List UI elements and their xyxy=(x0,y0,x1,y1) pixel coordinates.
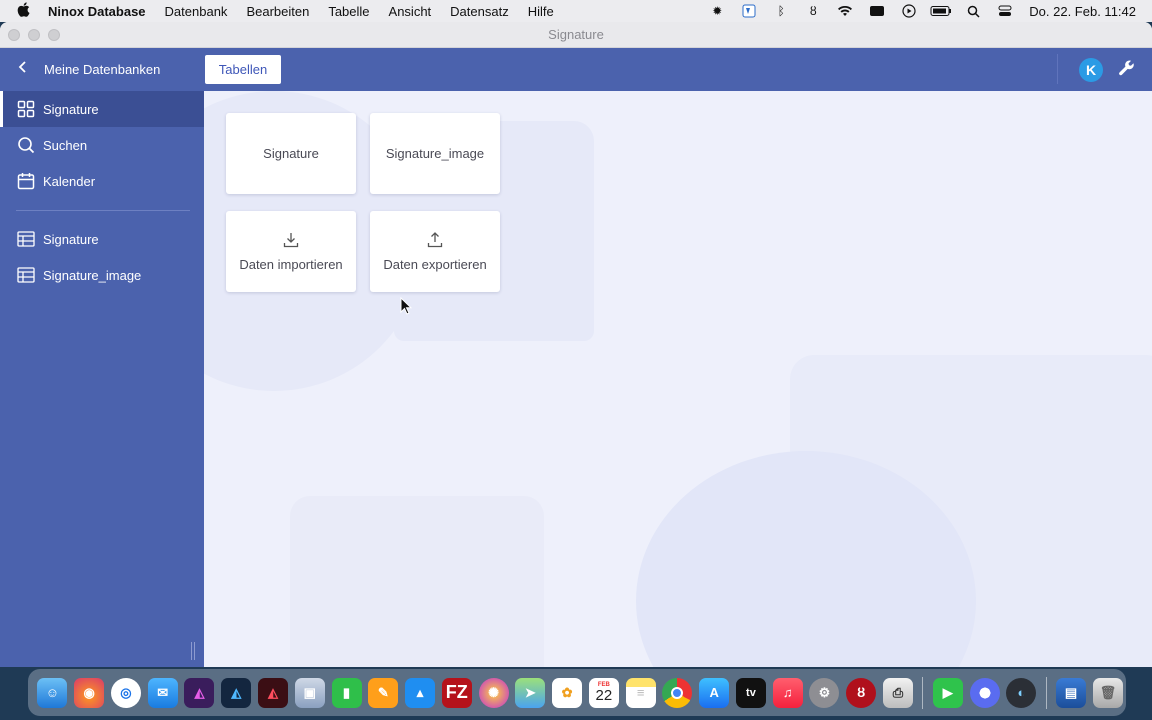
apple-menu-icon[interactable] xyxy=(0,2,46,20)
safari-icon[interactable]: ◎ xyxy=(110,677,141,708)
status-area: ✹ ᛒ ȣ Do. 22. Feb. 11:42 xyxy=(701,0,1152,22)
spotlight-search-icon[interactable] xyxy=(957,0,989,22)
menu-ansicht[interactable]: Ansicht xyxy=(379,4,441,19)
sun-status-icon[interactable]: ✹ xyxy=(701,0,733,22)
keyboard-status-icon[interactable] xyxy=(861,0,893,22)
printer-icon[interactable]: ⎙ xyxy=(883,677,913,708)
pages-icon[interactable]: ✎ xyxy=(368,677,399,708)
wrench-icon[interactable] xyxy=(1116,58,1138,80)
keynote-icon[interactable]: ▴ xyxy=(405,677,436,708)
dock: ☺ ◉ ◎ ✉ ◭ ◭ ◭ ▣ ▮ ✎ ▴ FZ ✺ ➤ ✿ FEB 22 ≡ … xyxy=(28,669,1126,716)
menu-datenbank[interactable]: Datenbank xyxy=(155,4,237,19)
sidebar: Signature Suchen Kalender Signature Sign… xyxy=(0,91,204,667)
finder-icon[interactable]: ☺ xyxy=(37,677,68,708)
preview-icon[interactable]: ▣ xyxy=(294,677,325,708)
notes-icon[interactable]: ≡ xyxy=(625,677,656,708)
apple-tv-icon[interactable]: tv xyxy=(735,677,766,708)
chevron-left-icon xyxy=(18,60,38,79)
downloads-folder-icon[interactable]: ▤ xyxy=(1056,677,1087,708)
table-icon xyxy=(16,229,36,249)
grid-icon xyxy=(16,99,36,119)
screen-tool-icon[interactable]: ◐ xyxy=(1006,677,1037,708)
trash-icon[interactable]: 🗑 xyxy=(1092,677,1123,708)
avatar[interactable]: K xyxy=(1079,58,1103,82)
sidebar-item-table-signature-image[interactable]: Signature_image xyxy=(0,257,204,293)
firefox-icon[interactable]: ◉ xyxy=(74,677,105,708)
dock-separator xyxy=(922,676,924,709)
flower-app-icon[interactable]: ✺ xyxy=(478,677,509,708)
sidebar-item-label: Signature_image xyxy=(43,267,142,283)
calendar-app-icon[interactable]: FEB 22 xyxy=(588,677,619,708)
sidebar-item-table-signature[interactable]: Signature xyxy=(0,221,204,257)
settings-flower-icon[interactable] xyxy=(969,677,1000,708)
download-icon xyxy=(283,231,299,249)
search-icon xyxy=(16,135,36,155)
card-label: Daten importieren xyxy=(239,257,343,272)
header-divider xyxy=(1057,54,1058,84)
calendar-icon xyxy=(16,171,36,191)
sidebar-item-signature-overview[interactable]: Signature xyxy=(0,91,204,127)
card-label: Signature_image xyxy=(385,146,485,161)
menu-datensatz[interactable]: Datensatz xyxy=(441,4,519,19)
table-icon xyxy=(16,265,36,285)
app-window: Signature Meine Datenbanken Tabellen K S… xyxy=(0,22,1152,667)
background-shape xyxy=(290,496,544,667)
app-status-icon[interactable] xyxy=(733,0,765,22)
title-bar: Signature xyxy=(0,22,1152,48)
table-card-signature-image[interactable]: Signature_image xyxy=(370,113,500,194)
window-title: Signature xyxy=(548,27,604,42)
scripts-status-icon[interactable]: ȣ xyxy=(797,0,829,22)
sidebar-item-kalender[interactable]: Kalender xyxy=(0,163,204,199)
affinity-publisher-icon[interactable]: ◭ xyxy=(257,677,288,708)
menu-app-name[interactable]: Ninox Database xyxy=(46,4,155,19)
bluetooth-icon[interactable]: ᛒ xyxy=(765,0,797,22)
control-center-icon[interactable] xyxy=(989,0,1021,22)
menu-clock[interactable]: Do. 22. Feb. 11:42 xyxy=(1021,0,1152,22)
calendar-day: 22 xyxy=(595,687,613,704)
card-label: Daten exportieren xyxy=(383,257,487,272)
dock-separator xyxy=(1045,676,1047,709)
sidebar-divider xyxy=(16,210,190,211)
affinity-designer-icon[interactable]: ◭ xyxy=(221,677,252,708)
sidebar-resize-handle[interactable] xyxy=(191,642,195,660)
filezilla-icon[interactable]: FZ xyxy=(441,677,472,708)
menu-hilfe[interactable]: Hilfe xyxy=(518,4,563,19)
wifi-icon[interactable] xyxy=(829,0,861,22)
ninox-app-icon[interactable]: ȣ xyxy=(846,677,877,708)
export-data-button[interactable]: Daten exportieren xyxy=(370,211,500,292)
numbers-icon[interactable]: ▮ xyxy=(331,677,362,708)
sidebar-item-label: Signature xyxy=(43,231,99,247)
back-label: Meine Datenbanken xyxy=(44,62,161,77)
sidebar-item-suchen[interactable]: Suchen xyxy=(0,127,204,163)
menu-bar: Ninox Database Datenbank Bearbeiten Tabe… xyxy=(0,0,1152,22)
menu-tabelle[interactable]: Tabelle xyxy=(319,4,379,19)
app-header: Meine Datenbanken Tabellen K xyxy=(0,48,1152,91)
import-data-button[interactable]: Daten importieren xyxy=(226,211,356,292)
tab-tabellen[interactable]: Tabellen xyxy=(205,55,281,84)
main-content: Signature Signature_image Daten importie… xyxy=(204,91,1152,667)
upload-icon xyxy=(427,231,443,249)
affinity-photo-icon[interactable]: ◭ xyxy=(184,677,215,708)
card-label: Signature xyxy=(263,146,319,161)
mail-icon[interactable]: ✉ xyxy=(147,677,178,708)
menu-bearbeiten[interactable]: Bearbeiten xyxy=(237,4,319,19)
table-card-signature[interactable]: Signature xyxy=(226,113,356,194)
sidebar-item-label: Kalender xyxy=(43,173,96,189)
maps-icon[interactable]: ➤ xyxy=(515,677,546,708)
battery-icon[interactable] xyxy=(925,0,957,22)
sidebar-item-label: Signature xyxy=(43,101,99,117)
facetime-icon[interactable]: ▶ xyxy=(932,677,963,708)
mouse-cursor-icon xyxy=(400,296,413,315)
music-icon[interactable]: ♫ xyxy=(772,677,803,708)
back-to-databases-button[interactable]: Meine Datenbanken xyxy=(18,48,160,91)
app-store-icon[interactable]: A xyxy=(699,677,730,708)
photos-icon[interactable]: ✿ xyxy=(552,677,583,708)
chrome-icon[interactable] xyxy=(662,677,693,708)
system-settings-icon[interactable]: ⚙ xyxy=(809,677,840,708)
sidebar-item-label: Suchen xyxy=(43,137,88,153)
play-icon[interactable] xyxy=(893,0,925,22)
